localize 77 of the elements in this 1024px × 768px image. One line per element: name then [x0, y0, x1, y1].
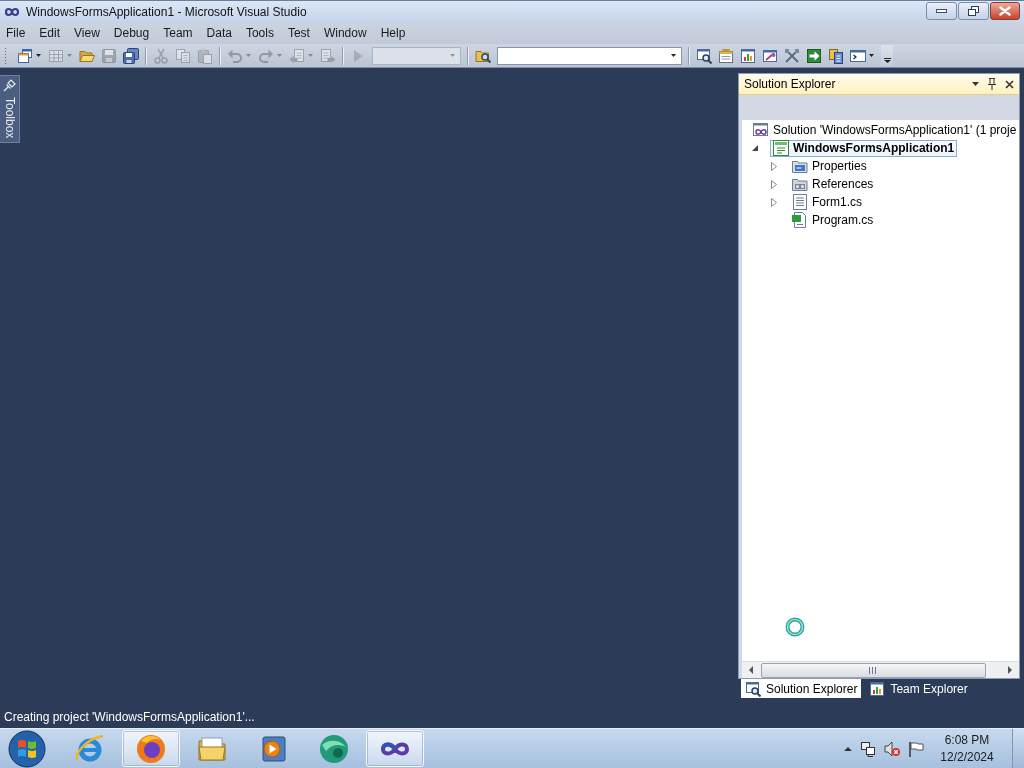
console-icon[interactable] — [850, 47, 866, 64]
taskbar-button[interactable] — [122, 730, 180, 767]
clock-date[interactable]: 12/2/2024 — [940, 748, 994, 766]
floppy-stack-icon[interactable] — [123, 47, 139, 64]
flag-icon[interactable] — [908, 740, 924, 757]
wand-window-icon[interactable] — [762, 47, 778, 64]
toolbox-tab[interactable]: Toolbox — [0, 75, 20, 143]
panel-tab[interactable]: Team Explorer — [865, 679, 972, 698]
collapsed-arrow-icon[interactable] — [771, 161, 777, 171]
toolbar-grip[interactable] — [4, 47, 7, 64]
globe-icon[interactable] — [135, 732, 167, 765]
tree-item[interactable]: Properties — [789, 157, 870, 175]
collapsed-arrow-icon[interactable] — [771, 179, 777, 189]
menu-item[interactable]: Team — [157, 24, 199, 42]
restore-button[interactable] — [958, 2, 989, 20]
panel-title: Solution Explorer — [744, 77, 836, 91]
close-icon — [999, 6, 1011, 16]
dropdown-field[interactable] — [497, 46, 682, 65]
tools-icon[interactable] — [784, 47, 800, 64]
close-icon[interactable] — [1005, 79, 1014, 89]
window-search-icon — [745, 680, 761, 697]
menu-item[interactable]: Edit — [33, 24, 67, 42]
caret-icon[interactable] — [36, 54, 41, 57]
form-page-icon — [792, 194, 808, 210]
window-search-icon[interactable] — [696, 47, 712, 64]
arrow-right-icon[interactable] — [1008, 666, 1013, 674]
minimize-button[interactable] — [926, 2, 957, 20]
caret-icon[interactable] — [869, 54, 874, 57]
collapsed-arrow-icon[interactable] — [771, 197, 777, 207]
menu-item[interactable]: Help — [374, 24, 412, 42]
code-box-icon — [773, 140, 789, 156]
clock-time[interactable]: 6:08 PM — [944, 731, 990, 749]
menu-item[interactable]: Window — [317, 24, 373, 42]
tree-item[interactable]: WindowsFormsApplication1 — [770, 139, 958, 157]
window-stack-icon[interactable] — [17, 47, 33, 64]
pin-icon[interactable] — [988, 78, 996, 90]
infinity-icon — [4, 6, 20, 17]
overflow-button[interactable] — [881, 45, 893, 66]
speaker-muted-icon[interactable] — [884, 740, 900, 757]
sphere-icon[interactable] — [318, 732, 350, 765]
menu-item[interactable]: Data — [200, 24, 238, 42]
chart-window-icon[interactable] — [740, 47, 756, 64]
overflow-icon — [883, 58, 891, 63]
caret-icon[interactable] — [972, 82, 979, 86]
folder-icon — [792, 176, 808, 192]
menu-item[interactable]: View — [68, 24, 106, 42]
window-folder-icon — [792, 158, 808, 174]
close-button[interactable] — [990, 2, 1020, 20]
tree-item[interactable]: Solution 'WindowsFormsApplication1' (1 proje — [750, 121, 1020, 139]
menu-item[interactable]: Debug — [107, 24, 156, 42]
chevron-up-icon[interactable] — [844, 746, 852, 751]
window-title: WindowsFormsApplication1 - Microsoft Visual Studio — [26, 4, 307, 19]
caret-icon[interactable] — [671, 54, 676, 57]
arrow-window-icon[interactable] — [806, 47, 822, 64]
tree-item[interactable]: References — [789, 175, 877, 193]
minimize-icon — [936, 9, 947, 13]
tree-item[interactable]: Program.cs — [789, 211, 877, 229]
expanded-arrow-icon[interactable] — [752, 145, 758, 151]
chart-window-icon — [869, 680, 886, 697]
property-card-icon[interactable] — [718, 47, 734, 64]
loading-ring-icon — [785, 617, 805, 637]
stacked-windows-icon[interactable] — [828, 47, 844, 64]
pin-icon — [3, 79, 16, 92]
tree-item[interactable]: Form1.cs — [789, 193, 865, 211]
network-icon[interactable] — [860, 740, 876, 757]
arrow-left-icon[interactable] — [748, 666, 753, 674]
status-text: Creating project 'WindowsFormsApplication1'... — [4, 709, 255, 724]
menu-item[interactable]: Tools — [239, 24, 280, 42]
flag-orb-icon[interactable] — [8, 729, 46, 768]
menu-item[interactable]: File — [0, 24, 32, 42]
scrollbar-thumb[interactable] — [761, 662, 986, 678]
restore-icon — [968, 6, 979, 16]
code-page-icon — [792, 212, 808, 228]
horizontal-scrollbar[interactable] — [742, 661, 1019, 678]
taskbar-button[interactable] — [366, 730, 424, 767]
menu-item[interactable]: Test — [281, 24, 316, 42]
panel-tab[interactable]: Solution Explorer — [741, 679, 862, 698]
